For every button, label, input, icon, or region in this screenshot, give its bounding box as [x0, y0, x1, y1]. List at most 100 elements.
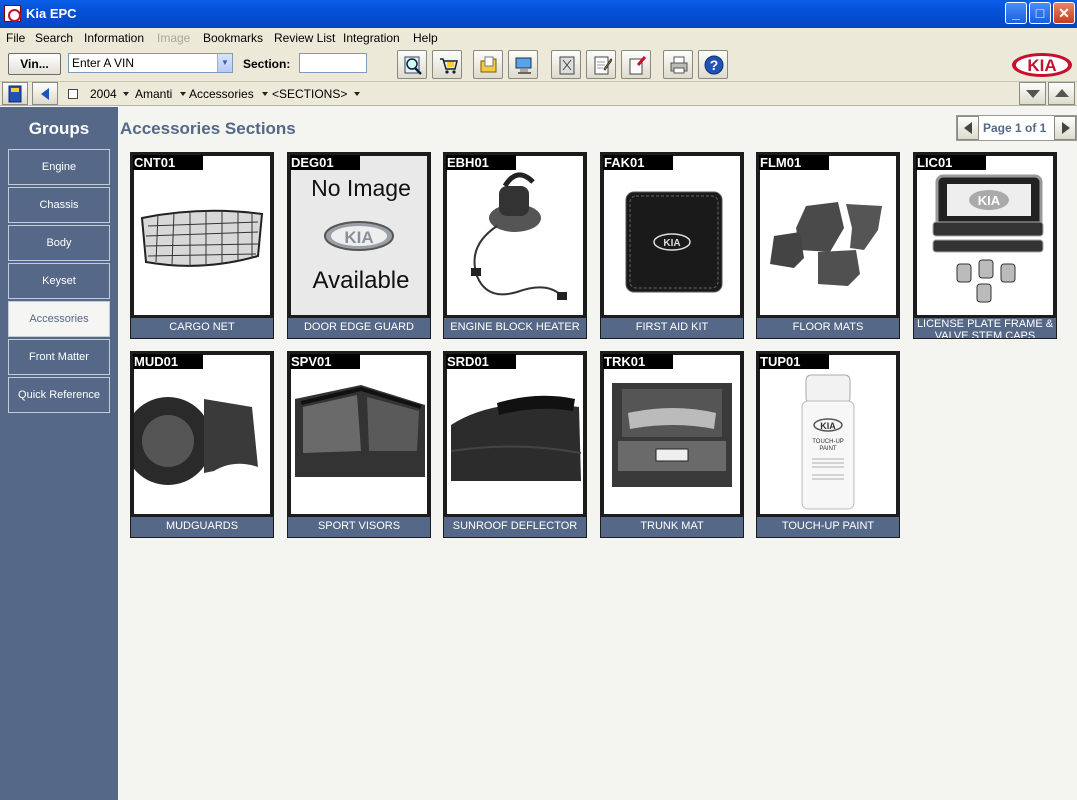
menu-integration[interactable]: Integration — [343, 31, 400, 45]
window-title: Kia EPC — [26, 6, 77, 21]
touch-up-paint-image: KIA TOUCH-UP PAINT — [760, 355, 896, 514]
group-engine[interactable]: Engine — [8, 149, 110, 185]
menu-search[interactable]: Search — [35, 31, 73, 45]
page-indicator: Page 1 of 1 — [983, 121, 1047, 135]
search-button[interactable] — [397, 50, 427, 79]
section-card-trunk-mat[interactable]: TRK01 TRUNK MAT — [600, 351, 744, 538]
scroll-down-button[interactable] — [1019, 82, 1046, 105]
section-code: FAK01 — [603, 155, 673, 170]
group-front-matter[interactable]: Front Matter — [8, 339, 110, 375]
cart-button[interactable] — [432, 50, 462, 79]
computer-button[interactable] — [508, 50, 538, 79]
section-code: TRK01 — [603, 354, 673, 369]
section-card-sport-visors[interactable]: SPV01 SPORT VISORS — [287, 351, 431, 538]
bookmark-checkbox[interactable] — [68, 89, 78, 99]
section-code: FLM01 — [759, 155, 829, 170]
trunk-mat-image — [604, 355, 740, 514]
section-card-engine-block-heater[interactable]: EBH01 ENGINE BLOCK HEATER — [443, 152, 587, 339]
help-icon: ? — [704, 55, 724, 75]
menu-review-list[interactable]: Review List — [274, 31, 335, 45]
scroll-up-button[interactable] — [1048, 82, 1075, 105]
group-accessories[interactable]: Accessories — [8, 301, 110, 337]
next-page-button[interactable] — [1054, 116, 1076, 140]
section-card-mudguards[interactable]: MUD01 MUDGUARDS — [130, 351, 274, 538]
catalog-book-button[interactable] — [2, 82, 28, 105]
section-label: FLOOR MATS — [757, 318, 899, 338]
year-dropdown-icon[interactable] — [123, 92, 129, 96]
section-card-touch-up-paint[interactable]: KIA TOUCH-UP PAINT TUP01 TOUCH-UP PAINT — [756, 351, 900, 538]
section-label: SPORT VISORS — [288, 517, 430, 537]
section-card-license-plate-frame[interactable]: KIA LIC01 LICENSE PLATE FRAME & VALVE ST… — [913, 152, 1057, 339]
ruler-icon — [559, 56, 575, 75]
section-card-floor-mats[interactable]: FLM01 FLOOR MATS — [756, 152, 900, 339]
breadcrumb-model[interactable]: Amanti — [135, 87, 172, 101]
menu-bar: File Search Information Image Bookmarks … — [0, 28, 1077, 47]
engine-block-heater-image — [447, 156, 583, 315]
section-dropdown-icon[interactable] — [354, 92, 360, 96]
main-content: Accessories Sections Page 1 of 1 CNT01 C… — [118, 107, 1077, 800]
no-image-placeholder: No Image KIA Available — [291, 156, 427, 315]
svg-text:Available: Available — [313, 267, 410, 294]
section-card-cargo-net[interactable]: CNT01 CARGO NET — [130, 152, 274, 339]
toolbar: Vin... Enter A VIN ▼ Section: ? KIA — [0, 47, 1077, 82]
breadcrumb-section[interactable]: <SECTIONS> — [272, 87, 347, 101]
maximize-button[interactable]: □ — [1029, 2, 1051, 24]
group-keyset[interactable]: Keyset — [8, 263, 110, 299]
menu-help[interactable]: Help — [413, 31, 438, 45]
svg-text:No Image: No Image — [311, 175, 411, 201]
mudguards-image — [134, 355, 270, 514]
vin-button[interactable]: Vin... — [8, 53, 61, 75]
section-card-sunroof-deflector[interactable]: SRD01 SUNROOF DEFLECTOR — [443, 351, 587, 538]
printer-icon — [670, 56, 688, 74]
section-code: SPV01 — [290, 354, 360, 369]
group-dropdown-icon[interactable] — [262, 92, 268, 96]
breadcrumb-group[interactable]: Accessories — [189, 87, 254, 101]
dimensions-button[interactable] — [551, 50, 581, 79]
model-dropdown-icon[interactable] — [180, 92, 186, 96]
section-label: DOOR EDGE GUARD — [288, 318, 430, 338]
app-icon — [4, 5, 21, 22]
magnifier-icon — [404, 56, 422, 75]
section-card-door-edge-guard[interactable]: No Image KIA Available DEG01 DOOR EDGE G… — [287, 152, 431, 339]
cargo-net-image — [134, 156, 270, 315]
folder-button[interactable] — [473, 50, 503, 79]
navigation-bar: 2004 Amanti Accessories <SECTIONS> — [0, 82, 1077, 106]
section-code: EBH01 — [446, 155, 516, 170]
menu-bookmarks[interactable]: Bookmarks — [203, 31, 263, 45]
floor-mats-image — [760, 156, 896, 315]
print-button[interactable] — [663, 50, 693, 79]
svg-text:?: ? — [710, 57, 719, 73]
notepad-icon — [594, 56, 612, 75]
section-code: SRD01 — [446, 354, 516, 369]
previous-page-button[interactable] — [957, 116, 979, 140]
minimize-button[interactable]: _ — [1005, 2, 1027, 24]
help-button[interactable]: ? — [698, 50, 728, 79]
svg-text:KIA: KIA — [820, 421, 836, 431]
document-edit-icon — [629, 56, 647, 75]
svg-text:KIA: KIA — [663, 238, 680, 249]
section-label: ENGINE BLOCK HEATER — [444, 318, 586, 338]
svg-text:KIA: KIA — [978, 193, 1001, 208]
svg-text:TOUCH-UP: TOUCH-UP — [812, 439, 844, 445]
close-button[interactable]: ✕ — [1053, 2, 1075, 24]
edit-button[interactable] — [621, 50, 651, 79]
section-code: DEG01 — [290, 155, 360, 170]
notes-button[interactable] — [586, 50, 616, 79]
chevron-down-icon[interactable]: ▼ — [217, 54, 232, 72]
section-label: CARGO NET — [131, 318, 273, 338]
group-quick-reference[interactable]: Quick Reference — [8, 377, 110, 413]
groups-sidebar: Groups Engine Chassis Body Keyset Access… — [0, 107, 118, 800]
section-code: MUD01 — [133, 354, 203, 369]
license-plate-frame-image: KIA — [917, 156, 1053, 315]
section-input[interactable] — [299, 53, 367, 73]
section-card-first-aid-kit[interactable]: KIA FAK01 FIRST AID KIT — [600, 152, 744, 339]
sunroof-deflector-image — [447, 355, 583, 514]
svg-text:PAINT: PAINT — [819, 446, 837, 452]
breadcrumb-year[interactable]: 2004 — [90, 87, 117, 101]
vin-select[interactable]: Enter A VIN ▼ — [68, 53, 233, 73]
menu-information[interactable]: Information — [84, 31, 144, 45]
menu-file[interactable]: File — [6, 31, 25, 45]
group-body[interactable]: Body — [8, 225, 110, 261]
back-button[interactable] — [32, 82, 58, 105]
group-chassis[interactable]: Chassis — [8, 187, 110, 223]
